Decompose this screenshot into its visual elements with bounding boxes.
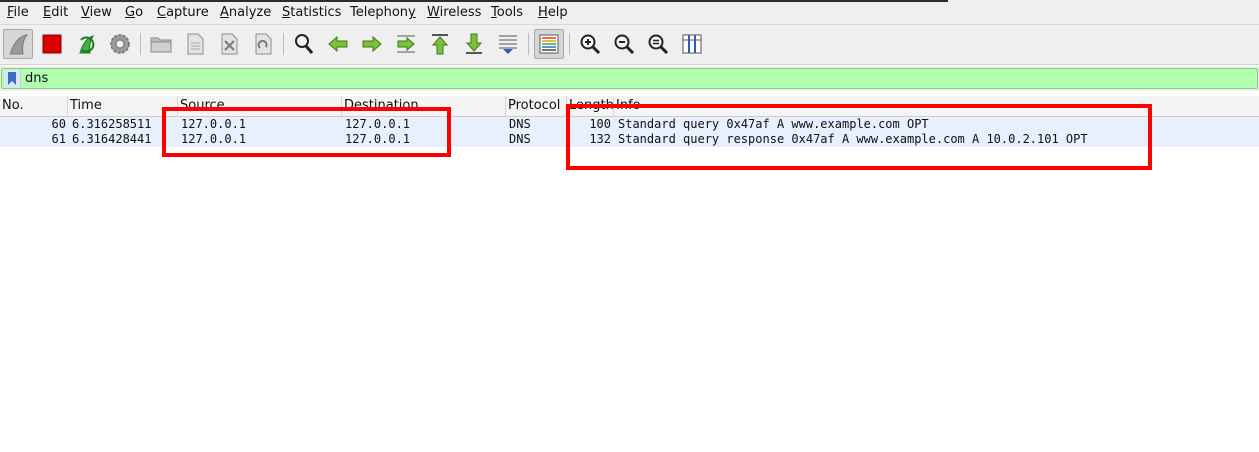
last-packet-icon[interactable] [459,29,489,59]
shark-fin-start-icon[interactable] [3,29,33,59]
display-filter-bar: dns [0,66,1259,91]
menu-view[interactable]: View [81,4,112,21]
colorize-icon[interactable] [534,29,564,59]
save-file-icon[interactable] [180,29,210,59]
find-packet-icon[interactable] [289,29,319,59]
menu-statistics[interactable]: Statistics [282,4,341,21]
zoom-out-icon[interactable] [609,29,639,59]
toolbar-separator [140,33,141,55]
filter-text: dns [25,71,49,86]
packet-number: 61 [51,132,66,146]
column-header-protocol[interactable]: Protocol [506,96,567,116]
packet-time: 6.316428441 [72,132,152,146]
restart-capture-icon[interactable] [71,29,101,59]
go-to-packet-icon[interactable] [391,29,421,59]
menu-analyze[interactable]: Analyze [220,4,271,21]
first-packet-icon[interactable] [425,29,455,59]
normal-size-icon[interactable] [643,29,673,59]
toolbar-separator [528,33,529,55]
toolbar-separator [569,33,570,55]
highlight-box-info [566,104,1152,170]
resize-columns-icon[interactable] [677,29,707,59]
go-forward-icon[interactable] [357,29,387,59]
window-edge [0,0,948,2]
packet-protocol: DNS [509,117,531,131]
toolbar-separator [283,33,284,55]
packet-protocol: DNS [509,132,531,146]
packet-number: 60 [51,117,66,131]
menu-edit[interactable]: Edit [43,4,68,21]
zoom-in-icon[interactable] [575,29,605,59]
stop-capture-icon[interactable] [37,29,67,59]
menu-tools[interactable]: Tools [491,4,523,21]
go-back-icon[interactable] [323,29,353,59]
menu-help[interactable]: Help [538,4,568,21]
bookmark-icon[interactable] [4,70,21,87]
main-toolbar [0,25,1259,65]
menu-file[interactable]: File [7,4,29,21]
reload-file-icon[interactable] [248,29,278,59]
column-header-no[interactable]: No. [0,96,68,116]
auto-scroll-icon[interactable] [493,29,523,59]
open-file-icon[interactable] [146,29,176,59]
menu-telephony[interactable]: Telephony [350,4,416,21]
capture-options-gear-icon[interactable] [105,29,135,59]
menu-capture[interactable]: Capture [157,4,209,21]
packet-time: 6.316258511 [72,117,152,131]
menu-wireless[interactable]: Wireless [427,4,481,21]
display-filter-input[interactable]: dns [1,68,1258,89]
menu-bar: File Edit View Go Capture Analyze Statis… [0,0,1259,25]
highlight-box-addresses [162,107,451,157]
close-file-icon[interactable] [214,29,244,59]
menu-go[interactable]: Go [125,4,143,21]
